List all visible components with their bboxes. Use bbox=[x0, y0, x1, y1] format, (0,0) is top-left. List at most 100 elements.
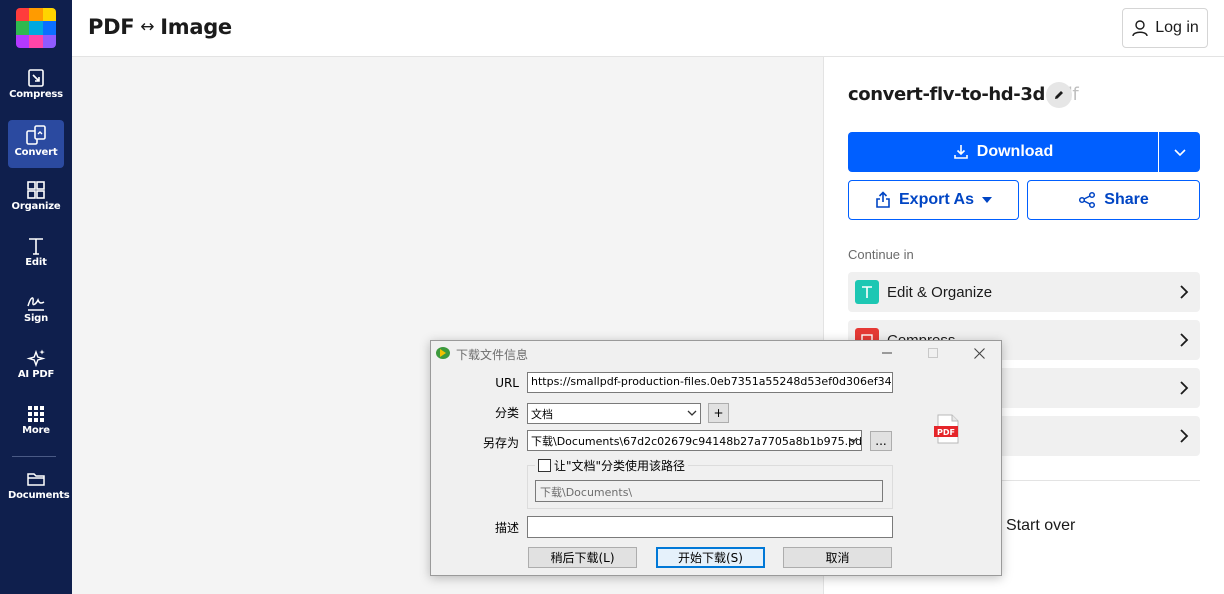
caret-down-icon bbox=[981, 197, 992, 203]
sidebar-item-ai-pdf[interactable]: AI PDF bbox=[8, 344, 64, 392]
sidebar-item-label: Organize bbox=[11, 201, 61, 212]
share-button[interactable]: Share bbox=[1027, 180, 1200, 220]
chevron-down-icon bbox=[687, 410, 697, 416]
chevron-right-icon bbox=[1180, 429, 1189, 443]
page-title: PDF ↔ Image bbox=[88, 15, 232, 39]
sign-icon bbox=[27, 297, 45, 311]
logo-tile bbox=[16, 21, 30, 35]
chevron-down-icon bbox=[848, 437, 858, 443]
use-path-label: 让"文档"分类使用该路径 bbox=[554, 459, 686, 473]
user-icon bbox=[1132, 20, 1148, 37]
download-file-info-dialog: 下载文件信息 URL https://smallpdf-production-f… bbox=[430, 340, 1002, 576]
save-as-label: 另存为 bbox=[482, 436, 519, 450]
continue-item-label: Edit & Organize bbox=[887, 283, 993, 301]
logo-tile bbox=[29, 8, 43, 22]
sparkle-icon bbox=[26, 349, 46, 368]
category-select[interactable]: 文档 bbox=[527, 403, 701, 424]
sidebar-item-label: Documents bbox=[8, 490, 70, 501]
sidebar-item-label: Sign bbox=[23, 313, 49, 324]
add-category-button[interactable]: + bbox=[708, 403, 729, 423]
login-button[interactable]: Log in bbox=[1122, 8, 1208, 48]
sidebar-item-compress[interactable]: Compress bbox=[8, 64, 64, 112]
start-download-button[interactable]: 开始下载(S) bbox=[656, 547, 765, 568]
folder-icon bbox=[27, 473, 45, 486]
sidebar-divider bbox=[12, 456, 56, 457]
logo-tile bbox=[42, 8, 56, 22]
chevron-right-icon bbox=[1180, 285, 1189, 299]
sidebar-item-label: AI PDF bbox=[17, 369, 55, 380]
chevron-right-icon bbox=[1180, 333, 1189, 347]
maximize-button[interactable] bbox=[919, 343, 947, 363]
title-to: Image bbox=[160, 15, 232, 39]
edit-organize-icon bbox=[855, 280, 879, 304]
save-as-select[interactable]: 下载\Documents\67d2c02679c94148b27a7705a8b… bbox=[527, 430, 862, 451]
start-over-button[interactable]: Start over bbox=[1006, 517, 1075, 535]
logo-tile bbox=[42, 21, 56, 35]
download-label: Download bbox=[976, 143, 1054, 160]
top-bar: PDF ↔ Image Log in bbox=[72, 0, 1224, 57]
title-from: PDF bbox=[88, 15, 135, 39]
smallpdf-logo[interactable] bbox=[16, 8, 56, 48]
pdf-badge-text: PDF bbox=[937, 428, 955, 437]
dialog-title: 下载文件信息 bbox=[456, 348, 529, 362]
sidebar-item-convert[interactable]: Convert bbox=[8, 120, 64, 168]
file-name: convert-flv-to-hd-3d.pdf bbox=[848, 84, 1079, 105]
close-button[interactable] bbox=[965, 343, 993, 363]
rename-button[interactable] bbox=[1046, 82, 1072, 108]
category-path-field: 下载\Documents\ bbox=[535, 480, 883, 502]
sidebar-item-documents[interactable]: Documents bbox=[8, 465, 70, 513]
url-label: URL bbox=[495, 376, 519, 390]
sidebar-item-label: More bbox=[22, 425, 50, 436]
minimize-icon bbox=[882, 352, 892, 354]
compress-icon bbox=[28, 69, 44, 87]
export-label: Export As bbox=[899, 191, 974, 208]
grid-icon bbox=[28, 406, 44, 422]
sidebar-item-edit[interactable]: Edit bbox=[8, 232, 64, 280]
chevron-right-icon bbox=[1180, 381, 1189, 395]
maximize-icon bbox=[928, 348, 938, 358]
download-later-button[interactable]: 稍后下载(L) bbox=[528, 547, 637, 568]
export-as-button[interactable]: Export As bbox=[848, 180, 1019, 220]
logo-tile bbox=[16, 34, 30, 48]
logo-tile bbox=[42, 34, 56, 48]
file-name-base: convert-flv-to-hd-3d bbox=[848, 84, 1045, 105]
logo-tile bbox=[29, 34, 43, 48]
download-icon bbox=[953, 145, 968, 159]
use-path-checkbox[interactable] bbox=[538, 459, 551, 472]
category-value: 文档 bbox=[531, 408, 553, 421]
cancel-button[interactable]: 取消 bbox=[783, 547, 892, 568]
use-path-checkbox-row[interactable]: 让"文档"分类使用该路径 bbox=[535, 457, 689, 474]
sidebar-item-sign[interactable]: Sign bbox=[8, 288, 64, 336]
pencil-icon bbox=[1055, 91, 1063, 99]
url-field[interactable]: https://smallpdf-production-files.0eb735… bbox=[527, 372, 893, 393]
sidebar-item-label: Convert bbox=[14, 147, 58, 158]
idm-globe-icon bbox=[436, 347, 450, 359]
category-label: 分类 bbox=[494, 406, 519, 420]
continue-in-label: Continue in bbox=[848, 247, 914, 262]
convert-icon bbox=[26, 125, 46, 145]
logo-tile bbox=[16, 8, 30, 22]
minimize-button[interactable] bbox=[873, 343, 901, 363]
logo-tile bbox=[29, 21, 43, 35]
save-as-value: 下载\Documents\67d2c02679c94148b27a7705a8b… bbox=[531, 435, 862, 448]
browse-button[interactable]: ... bbox=[870, 431, 892, 451]
organize-icon bbox=[27, 181, 45, 199]
pdf-file-icon: PDF bbox=[934, 414, 959, 444]
chevron-down-icon bbox=[1173, 149, 1186, 157]
continue-edit-organize[interactable]: Edit & Organize bbox=[848, 272, 1200, 312]
sidebar: Compress Convert Organize Edit Sign AI P… bbox=[0, 0, 72, 594]
sidebar-item-more[interactable]: More bbox=[8, 400, 64, 448]
sidebar-item-label: Edit bbox=[25, 257, 47, 268]
download-options-button[interactable] bbox=[1159, 132, 1200, 172]
close-icon bbox=[973, 347, 985, 359]
description-field[interactable] bbox=[527, 516, 893, 538]
download-button[interactable]: Download bbox=[848, 132, 1158, 172]
sidebar-item-organize[interactable]: Organize bbox=[8, 176, 64, 224]
share-icon bbox=[1079, 191, 1096, 209]
swap-arrow-icon: ↔ bbox=[140, 17, 155, 37]
login-label: Log in bbox=[1155, 19, 1199, 36]
sidebar-item-label: Compress bbox=[9, 89, 63, 100]
description-label: 描述 bbox=[494, 521, 519, 535]
edit-icon bbox=[29, 238, 43, 255]
export-icon bbox=[876, 191, 890, 208]
